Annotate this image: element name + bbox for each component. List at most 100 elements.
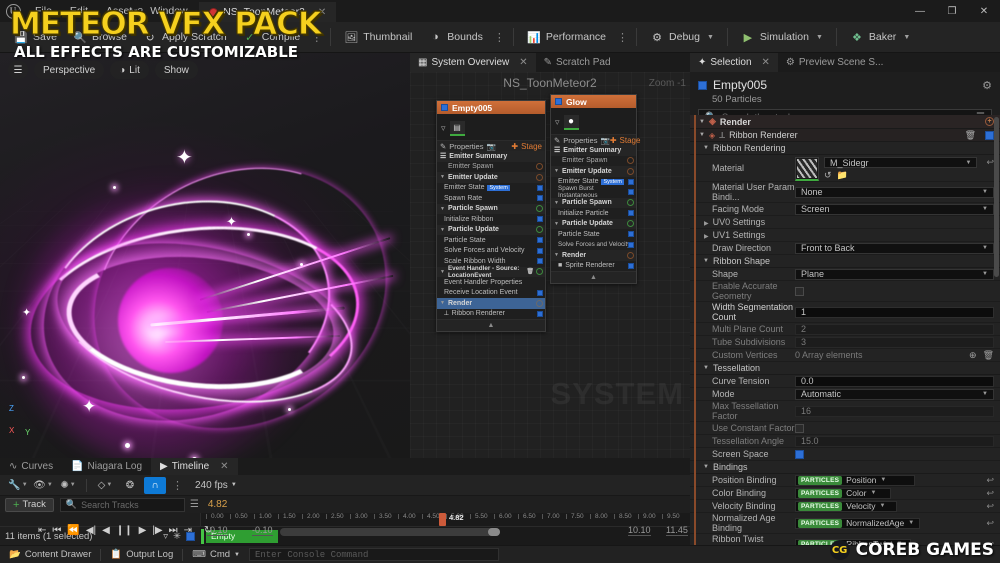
gear-icon[interactable]: ⚙ — [982, 79, 992, 92]
menu-file[interactable]: File — [26, 0, 61, 22]
normalized-age-binding-pill[interactable]: PARTICLES NormalizedAge ▼ — [795, 517, 921, 529]
stack-row[interactable]: Solve Forces and Velocity — [437, 245, 545, 256]
property-row-material-user-param[interactable]: Material User Param Bindi... None ▼ — [690, 182, 1000, 203]
timeline-playhead[interactable] — [439, 513, 446, 526]
tab-background[interactable]: or2 — [118, 2, 153, 22]
tab-system-overview[interactable]: ▦ System Overview ✕ — [410, 53, 536, 72]
stack-row[interactable]: Receive Location Event — [437, 287, 545, 298]
console-command-input[interactable]: Enter Console Command — [248, 548, 499, 561]
max-tessellation-factor-field[interactable]: 16 — [795, 405, 994, 417]
enable-accurate-geometry-checkbox[interactable] — [795, 286, 804, 296]
module-enabled-checkbox[interactable] — [537, 216, 543, 223]
stack-row[interactable]: ▼ Particle Spawn — [437, 203, 545, 214]
property-row-max-tessellation-factor[interactable]: Max Tessellation Factor 16 — [690, 401, 1000, 422]
emitter-properties-row[interactable]: ✎ Properties 📷 ✚ Stage — [551, 134, 640, 145]
stack-row[interactable]: ▼ Emitter Update — [437, 172, 545, 183]
cmd-selector[interactable]: ⌨ Cmd ▼ — [183, 546, 249, 563]
add-array-element-icon[interactable]: ⊕ — [969, 350, 977, 361]
toolbar-browse-button[interactable]: 🔍 Browse — [65, 24, 135, 50]
emitter-collapse-button[interactable]: ▲ — [437, 319, 545, 331]
tab-scratch-pad[interactable]: ✎ Scratch Pad — [536, 53, 619, 72]
magnet-options-icon[interactable]: ⋮ — [169, 479, 186, 492]
add-module-icon[interactable] — [627, 199, 634, 207]
property-row-tube-subdivisions[interactable]: Tube Subdivisions 3 — [690, 336, 1000, 349]
multi-plane-count-field[interactable]: 2 — [795, 323, 994, 335]
property-row-material[interactable]: Material M_Sidegr ▼ ↺ 📁 ↩ — [690, 155, 1000, 182]
stack-row[interactable]: ▼ Render — [551, 250, 636, 261]
add-module-icon[interactable] — [536, 163, 543, 171]
track-search-input[interactable]: 🔍 Search Tracks — [59, 497, 185, 512]
stack-row[interactable]: ■ Sprite Renderer — [551, 260, 636, 271]
keyframe-button[interactable]: ❂ — [119, 477, 141, 494]
close-icon[interactable]: ✕ — [318, 7, 326, 18]
property-row-use-constant-factor[interactable]: Use Constant Factor — [690, 422, 1000, 435]
property-row-tessellation-mode[interactable]: Mode Automatic ▼ — [690, 388, 1000, 401]
stack-section-tessellation[interactable]: ▼ Tessellation — [690, 362, 1000, 375]
stack-row[interactable]: Spawn Burst Instantaneous — [551, 185, 636, 199]
stack-section-ribbon-shape[interactable]: ▼ Ribbon Shape — [690, 255, 1000, 268]
viewport-show-button[interactable]: Show — [154, 61, 198, 79]
toolbar-bounds-button[interactable]: ◑ Bounds — [420, 24, 491, 50]
emitter-thumbnail[interactable]: ▤ — [449, 120, 465, 136]
material-combo[interactable]: M_Sidegr ▼ — [824, 157, 978, 168]
module-enabled-checkbox[interactable] — [537, 310, 543, 317]
chevron-down-icon[interactable]: ▼ — [703, 365, 709, 371]
add-stage-icon[interactable]: ✚ — [511, 142, 518, 151]
stack-group-render[interactable]: ▼ ◈ Render + — [690, 115, 1000, 129]
stack-row[interactable]: ▼ Particle Spawn — [551, 197, 636, 208]
chevron-down-icon[interactable]: ▼ — [703, 258, 709, 264]
tab-niagara-log[interactable]: 📄 Niagara Log — [62, 458, 151, 475]
preview-viewport[interactable]: ✦ ✦ ✦ ✦ ☰ Perspective ◑ Lit Show Z X Y — [0, 53, 410, 458]
add-module-icon[interactable] — [536, 173, 543, 181]
bounds-options-icon[interactable]: ⋮ — [491, 31, 508, 44]
stack-section-ribbon-rendering[interactable]: ▼ Ribbon Rendering — [690, 142, 1000, 155]
use-selected-asset-icon[interactable]: 📁 — [837, 170, 848, 181]
filter-icon[interactable]: ☰ — [190, 499, 199, 510]
property-row-width-segmentation-count[interactable]: Width Segmentation Count 1 — [690, 302, 1000, 323]
prev-key-icon[interactable]: ⏮ — [52, 525, 61, 536]
emitter-enabled-checkbox[interactable] — [441, 104, 448, 111]
stack-row[interactable]: Initialize Particle — [551, 208, 636, 219]
stack-section-bindings[interactable]: ▼ Bindings — [690, 461, 1000, 474]
emitter-node-glow[interactable]: Glow ▿ ● ✎ Properties 📷 ✚ Stage ☰ Emitter — [550, 94, 640, 284]
next-key-icon[interactable]: ⏭ — [169, 525, 178, 536]
add-track-button[interactable]: + Track — [5, 497, 54, 512]
emitter-node-header[interactable]: Glow — [551, 95, 636, 108]
stack-row[interactable]: Emitter Spawn — [437, 161, 545, 172]
stack-row[interactable]: ⟂ Ribbon Renderer — [437, 308, 545, 319]
maximize-icon[interactable]: ❐ — [936, 0, 968, 22]
stack-row[interactable]: ☰ Emitter Summary — [551, 145, 636, 156]
chevron-down-icon[interactable]: ▼ — [703, 145, 709, 151]
module-enabled-checkbox[interactable] — [537, 184, 543, 191]
emitter-collapse-button[interactable]: ▲ — [551, 271, 636, 283]
module-enabled-checkbox[interactable] — [628, 262, 634, 269]
property-row-uv0-settings[interactable]: ▶ UV0 Settings — [690, 216, 1000, 229]
chevron-right-icon[interactable]: ▶ — [704, 234, 709, 240]
stack-row[interactable]: Solve Forces and Velocity — [551, 239, 636, 250]
module-enabled-checkbox[interactable] — [628, 178, 634, 185]
toolbar-baker-button[interactable]: ❖ Baker ▼ — [842, 24, 918, 50]
property-row-enable-accurate-geometry[interactable]: Enable Accurate Geometry — [690, 281, 1000, 302]
fps-selector[interactable]: 240 fps ▼ — [195, 480, 237, 491]
range-start2-label[interactable]: -0.10 — [252, 525, 273, 536]
stack-row[interactable]: ▼ Event Handler - Source: LocationEvent 🗑 — [437, 265, 545, 279]
property-row-curve-tension[interactable]: Curve Tension 0.0 — [690, 375, 1000, 388]
toolbar-simulation-button[interactable]: ▶ Simulation ▼ — [733, 24, 831, 50]
wrench-button[interactable]: 🔧 ▼ — [7, 477, 29, 494]
toolbar-thumbnail-button[interactable]: 🖼 Thumbnail — [336, 24, 420, 50]
selection-scrollbar[interactable] — [994, 117, 999, 277]
eye-button[interactable]: 👁 ▼ — [32, 477, 54, 494]
color-binding-pill[interactable]: PARTICLES Color ▼ — [795, 487, 891, 499]
property-row-velocity-binding[interactable]: Velocity Binding PARTICLES Velocity ▼ ↩ — [690, 500, 1000, 513]
toolbar-save-button[interactable]: 💾 Save — [6, 24, 65, 50]
stack-row[interactable]: Particle State — [551, 229, 636, 240]
property-row-tessellation-angle[interactable]: Tessellation Angle 15.0 — [690, 435, 1000, 448]
delete-icon[interactable]: 🗑 — [965, 130, 976, 141]
property-row-ribbon-twist-binding[interactable]: Ribbon Twist Binding PARTICLES RibbonTwi… — [690, 534, 1000, 545]
stack-row[interactable]: ▼ Particle Update — [551, 218, 636, 229]
tab-curves[interactable]: ∿ Curves — [0, 458, 62, 475]
module-enabled-checkbox[interactable] — [628, 241, 634, 248]
screen-space-checkbox[interactable] — [795, 449, 804, 459]
add-renderer-icon[interactable] — [627, 251, 634, 259]
output-log-button[interactable]: 📋 Output Log — [101, 546, 182, 563]
